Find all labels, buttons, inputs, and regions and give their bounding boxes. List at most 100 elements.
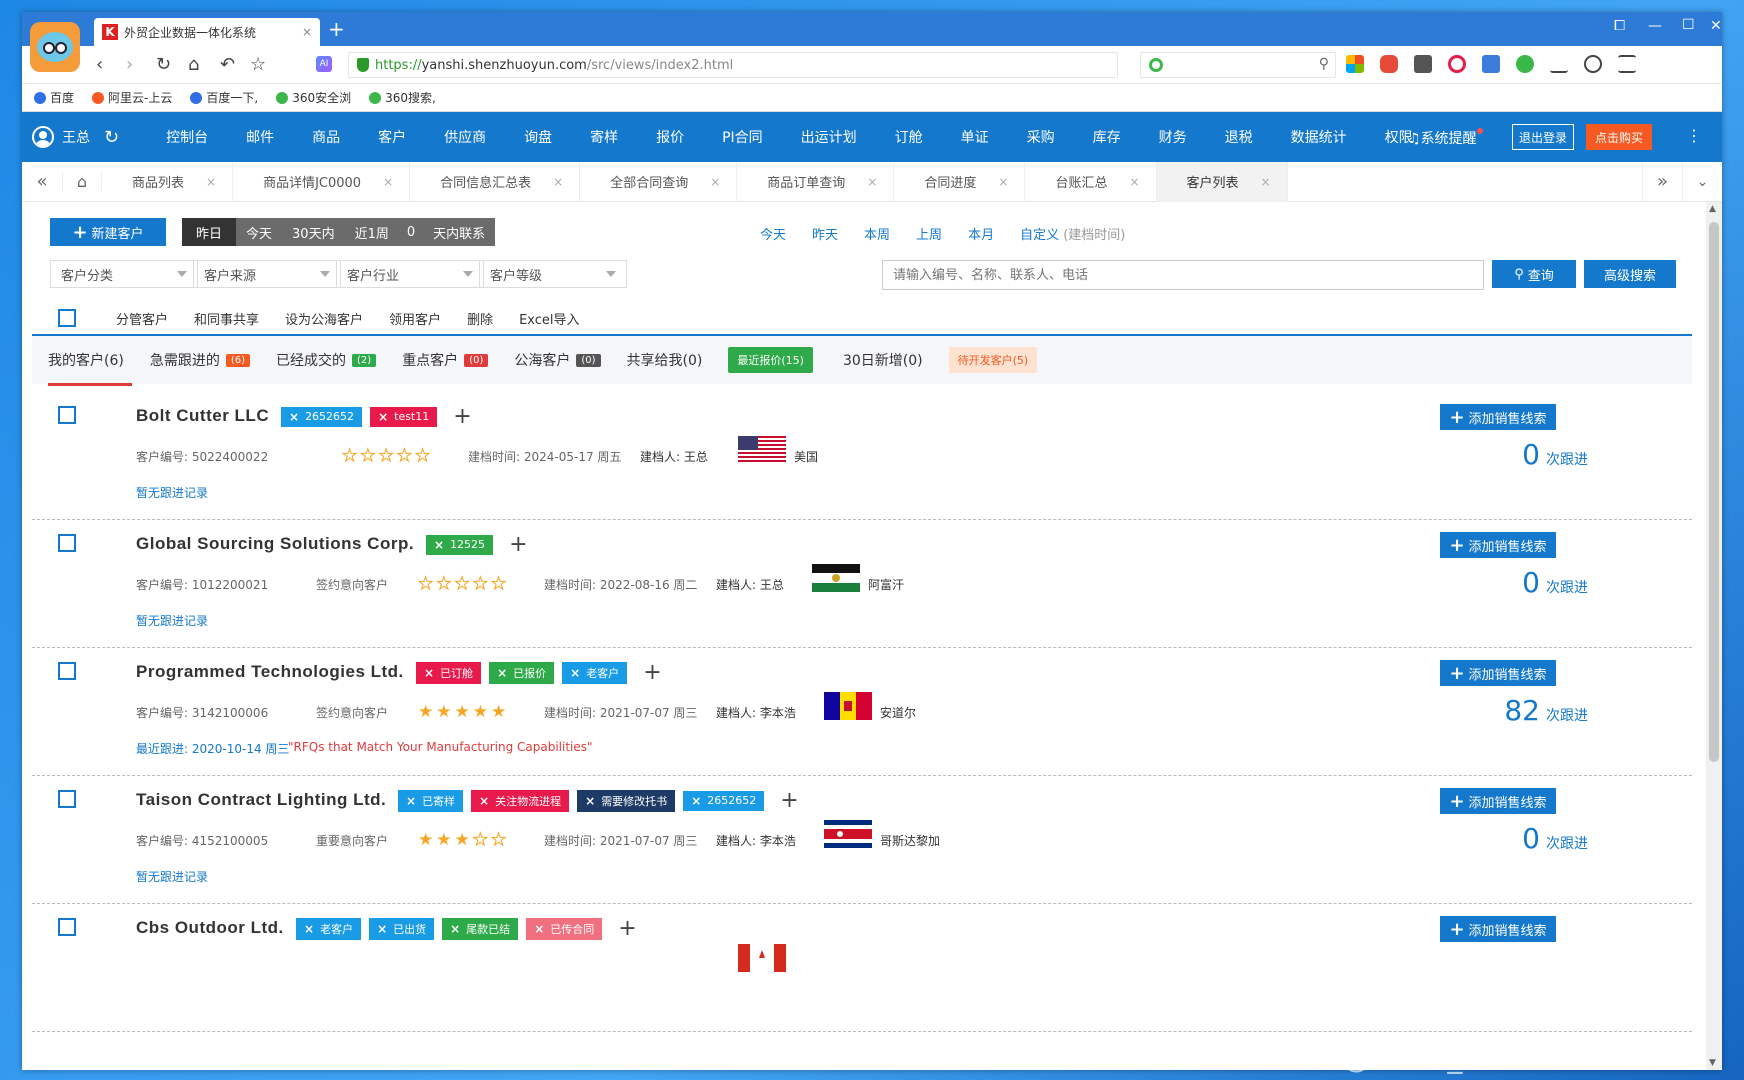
quick-date-link[interactable]: 今天 — [760, 224, 786, 243]
star-icon[interactable]: ★ — [418, 702, 436, 722]
bulk-action[interactable]: 删除 — [467, 309, 493, 328]
follow-up-count[interactable]: 82 次跟进 — [1488, 694, 1588, 727]
filter-tab[interactable]: 共享给我(0) — [627, 336, 703, 384]
system-reminder[interactable]: ♫系统提醒 — [1408, 128, 1483, 148]
filter-tab[interactable]: 30日新增(0) — [843, 336, 923, 384]
customer-tag[interactable]: × 已订舱 — [416, 661, 482, 684]
game-icon[interactable] — [1380, 55, 1398, 73]
logout-button[interactable]: 退出登录 — [1512, 124, 1574, 150]
browser-search-box[interactable]: ⚲ — [1140, 52, 1336, 78]
row-checkbox[interactable] — [58, 790, 76, 808]
customer-name[interactable]: Programmed Technologies Ltd. — [136, 662, 404, 682]
tag-remove-icon[interactable]: × — [450, 922, 460, 936]
tag-remove-icon[interactable]: × — [534, 922, 544, 936]
star-icon[interactable]: ★ — [414, 446, 433, 467]
tag-remove-icon[interactable]: × — [479, 794, 489, 808]
add-tag-icon[interactable]: + — [780, 788, 798, 813]
page-tab[interactable]: 客户列表 × — [1156, 161, 1288, 202]
date-segment[interactable]: 天内联系 — [423, 218, 495, 246]
quick-date-link[interactable]: 本周 — [864, 224, 890, 243]
nav-item-供应商[interactable]: 供应商 — [425, 127, 505, 147]
add-sales-lead-button[interactable]: + 添加销售线索 — [1440, 916, 1556, 942]
tag-remove-icon[interactable]: × — [377, 922, 387, 936]
filter-select[interactable]: 客户等级 — [479, 260, 627, 288]
nav-item-询盘[interactable]: 询盘 — [505, 127, 571, 147]
tag-remove-icon[interactable]: × — [289, 410, 299, 424]
tag-remove-icon[interactable]: × — [304, 922, 314, 936]
reload-icon[interactable]: ↻ — [156, 54, 171, 75]
page-tab[interactable]: 合同信息汇总表 × — [410, 161, 581, 202]
date-segment[interactable]: 昨日 — [182, 218, 237, 246]
follow-up-subject[interactable]: "RFQs that Match Your Manufacturing Capa… — [288, 740, 593, 754]
rating-stars[interactable]: ★★★★★ — [417, 574, 509, 595]
row-checkbox[interactable] — [58, 918, 76, 936]
rating-stars[interactable]: ★★★★★ — [341, 446, 433, 467]
follow-up-status[interactable]: 暂无跟进记录 — [136, 868, 208, 885]
nav-item-库存[interactable]: 库存 — [1074, 127, 1140, 147]
nav-item-数据统计[interactable]: 数据统计 — [1272, 127, 1366, 147]
date-segment[interactable]: 近1周 — [345, 218, 399, 246]
nav-item-退税[interactable]: 退税 — [1206, 127, 1272, 147]
customer-name[interactable]: Taison Contract Lighting Ltd. — [136, 790, 386, 810]
customer-tag[interactable]: × 已寄样 — [398, 789, 464, 812]
filter-select[interactable]: 客户来源 — [193, 260, 341, 288]
filter-tab[interactable]: 已经成交的 (2) — [276, 336, 377, 384]
scissors-icon[interactable] — [1584, 55, 1602, 73]
star-icon[interactable]: ★ — [472, 574, 491, 595]
download-icon[interactable] — [1550, 55, 1568, 73]
minimize-button[interactable]: — — [1648, 18, 1662, 34]
nav-item-邮件[interactable]: 邮件 — [227, 127, 293, 147]
bulk-action[interactable]: 和同事共享 — [194, 309, 259, 328]
nav-item-出运计划[interactable]: 出运计划 — [782, 127, 876, 147]
customer-tag[interactable]: × 老客户 — [296, 917, 362, 940]
customer-tag[interactable]: × 已报价 — [489, 661, 555, 684]
tag-remove-icon[interactable]: × — [497, 666, 507, 680]
page-tab-close-icon[interactable]: × — [1129, 175, 1139, 189]
add-tag-icon[interactable]: + — [643, 660, 661, 685]
page-tab-close-icon[interactable]: × — [383, 175, 393, 189]
add-sales-lead-button[interactable]: + 添加销售线索 — [1440, 788, 1556, 814]
customer-name[interactable]: Bolt Cutter LLC — [136, 406, 269, 426]
user-menu[interactable]: 王总 — [32, 126, 90, 148]
add-sales-lead-button[interactable]: + 添加销售线索 — [1440, 532, 1556, 558]
page-tab[interactable]: 合同进度 × — [894, 161, 1026, 202]
home-icon[interactable]: ⌂ — [188, 54, 199, 75]
star-icon[interactable]: ★ — [436, 702, 454, 722]
star-icon[interactable]: ★ — [490, 574, 509, 595]
page-tab[interactable]: 商品详情JC0000 × — [233, 161, 411, 202]
star-icon[interactable]: ★ — [473, 702, 491, 722]
bookmark-item[interactable]: 360搜索, — [369, 89, 436, 106]
page-tab-close-icon[interactable]: × — [710, 175, 720, 189]
nav-item-订舱[interactable]: 订舱 — [876, 127, 942, 147]
tag-remove-icon[interactable]: × — [424, 666, 434, 680]
buy-button[interactable]: 点击购买 — [1586, 124, 1652, 150]
add-tag-icon[interactable]: + — [618, 916, 636, 941]
search-button[interactable]: ⚲ 查询 — [1492, 260, 1576, 288]
nav-item-财务[interactable]: 财务 — [1140, 127, 1206, 147]
search-input[interactable] — [882, 260, 1484, 290]
nav-item-客户[interactable]: 客户 — [359, 127, 425, 147]
tag-remove-icon[interactable]: × — [585, 794, 595, 808]
customer-tag[interactable]: × 尾款已结 — [442, 917, 519, 940]
star-icon[interactable]: ★ — [341, 446, 360, 467]
filter-tab[interactable]: 公海客户 (0) — [514, 336, 601, 384]
follow-up-count[interactable]: 0 次跟进 — [1488, 566, 1588, 599]
browser-tab[interactable]: K 外贸企业数据一体化系统 × — [94, 18, 320, 46]
apps-icon[interactable] — [1346, 55, 1364, 73]
page-tab-close-icon[interactable]: × — [553, 175, 563, 189]
quick-date-link[interactable]: 上周 — [916, 224, 942, 243]
page-tab-close-icon[interactable]: × — [1261, 175, 1271, 189]
page-tab-close-icon[interactable]: × — [867, 175, 877, 189]
filter-select[interactable]: 客户分类 — [50, 260, 198, 288]
customer-tag[interactable]: × 已出货 — [369, 917, 435, 940]
customer-tag[interactable]: × 2652652 — [683, 790, 765, 811]
new-customer-button[interactable]: + 新建客户 — [50, 218, 166, 246]
vertical-scrollbar[interactable]: ▲ ▼ — [1706, 202, 1722, 1070]
customer-tag[interactable]: × test11 — [370, 406, 438, 427]
star-icon[interactable]: ★ — [360, 446, 378, 467]
star-icon[interactable]: ★ — [454, 574, 473, 595]
bookmark-item[interactable]: 360安全浏 — [276, 89, 351, 106]
more-icon[interactable]: ⋮ — [1686, 126, 1702, 145]
bookmark-item[interactable]: 百度一下, — [190, 89, 258, 106]
favorite-icon[interactable]: ☆ — [250, 54, 266, 75]
